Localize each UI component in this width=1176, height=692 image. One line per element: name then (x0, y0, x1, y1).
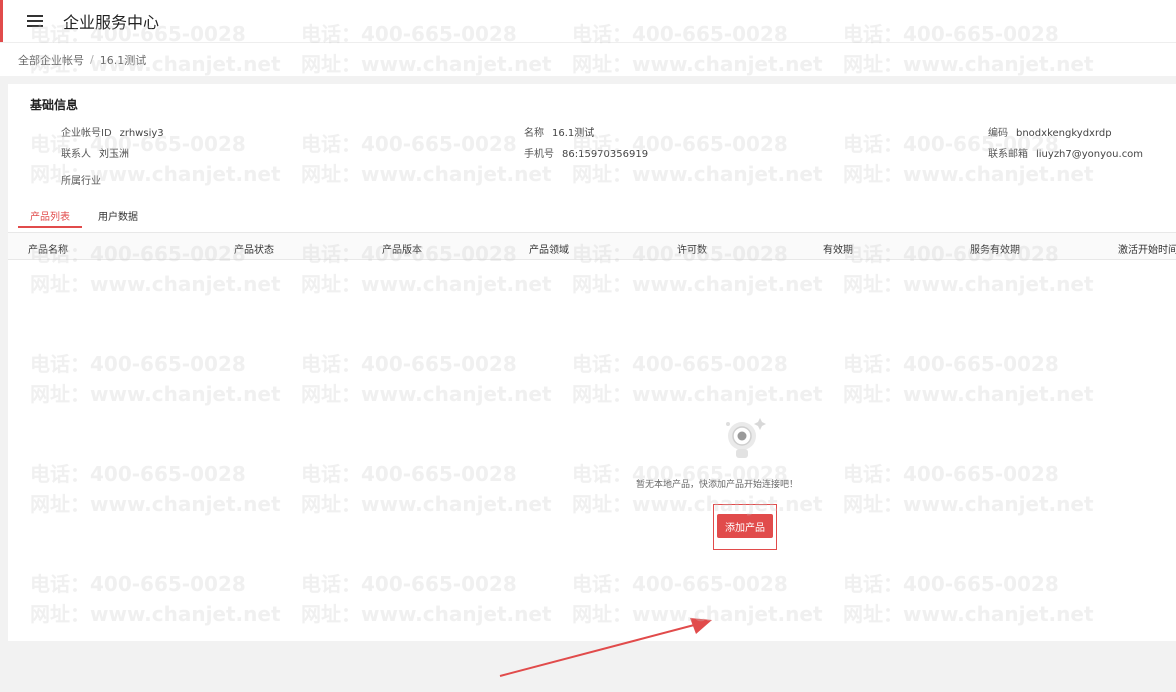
hamburger-menu-icon[interactable] (27, 14, 45, 28)
info-industry: 所属行业 (61, 176, 101, 187)
info-phone: 手机号 86:15970356919 (524, 149, 649, 160)
column-header[interactable]: 有效期 (823, 241, 853, 256)
annotation-arrow-icon (499, 618, 712, 677)
empty-state-text: 暂无本地产品，快添加产品开始连接吧！ (636, 480, 799, 490)
detail-card: 基础信息 企业帐号ID zrhwsiy3 名称 16.1测试 编码 bnodxkeng… (8, 84, 1176, 677)
column-header[interactable]: 激活开始时间 (1118, 241, 1176, 256)
column-header[interactable]: 产品状态 (234, 241, 274, 256)
breadcrumb-current: 16.1测试 (99, 53, 147, 67)
add-product-button[interactable]: 添加产品 (717, 514, 773, 538)
info-name: 名称 16.1测试 (524, 128, 595, 139)
tab-user-data[interactable]: 用户数据 (86, 202, 150, 228)
tab-product-list[interactable]: 产品列表 (18, 202, 82, 228)
top-bar: 企业服务中心 (0, 0, 1176, 42)
table-header: 产品名称 产品状态 产品版本 产品领域 许可数 有效期 服务有效期 激活开始时间 (8, 232, 1176, 260)
column-header[interactable]: 产品版本 (382, 241, 422, 256)
breadcrumb-separator: / (90, 53, 94, 66)
info-account-id: 企业帐号ID zrhwsiy3 (61, 128, 164, 139)
column-header[interactable]: 产品名称 (28, 241, 68, 256)
column-header[interactable]: 服务有效期 (970, 241, 1020, 256)
tab-bar: 产品列表 用户数据 (18, 202, 154, 228)
info-email: 联系邮箱 liuyzh7@yonyou.com (988, 149, 1144, 160)
app-title: 企业服务中心 (63, 13, 160, 32)
info-code: 编码 bnodxkengkydxrdp (988, 128, 1112, 139)
breadcrumb-root-link[interactable]: 全部企业帐号 (18, 52, 84, 68)
breadcrumb: 全部企业帐号 / 16.1测试 (0, 42, 1176, 76)
robot-empty-icon (726, 418, 766, 458)
column-header[interactable]: 许可数 (677, 241, 707, 256)
info-contact: 联系人 刘玉洲 (61, 149, 129, 160)
section-title-basic-info: 基础信息 (30, 98, 79, 112)
column-header[interactable]: 产品领域 (529, 241, 569, 256)
